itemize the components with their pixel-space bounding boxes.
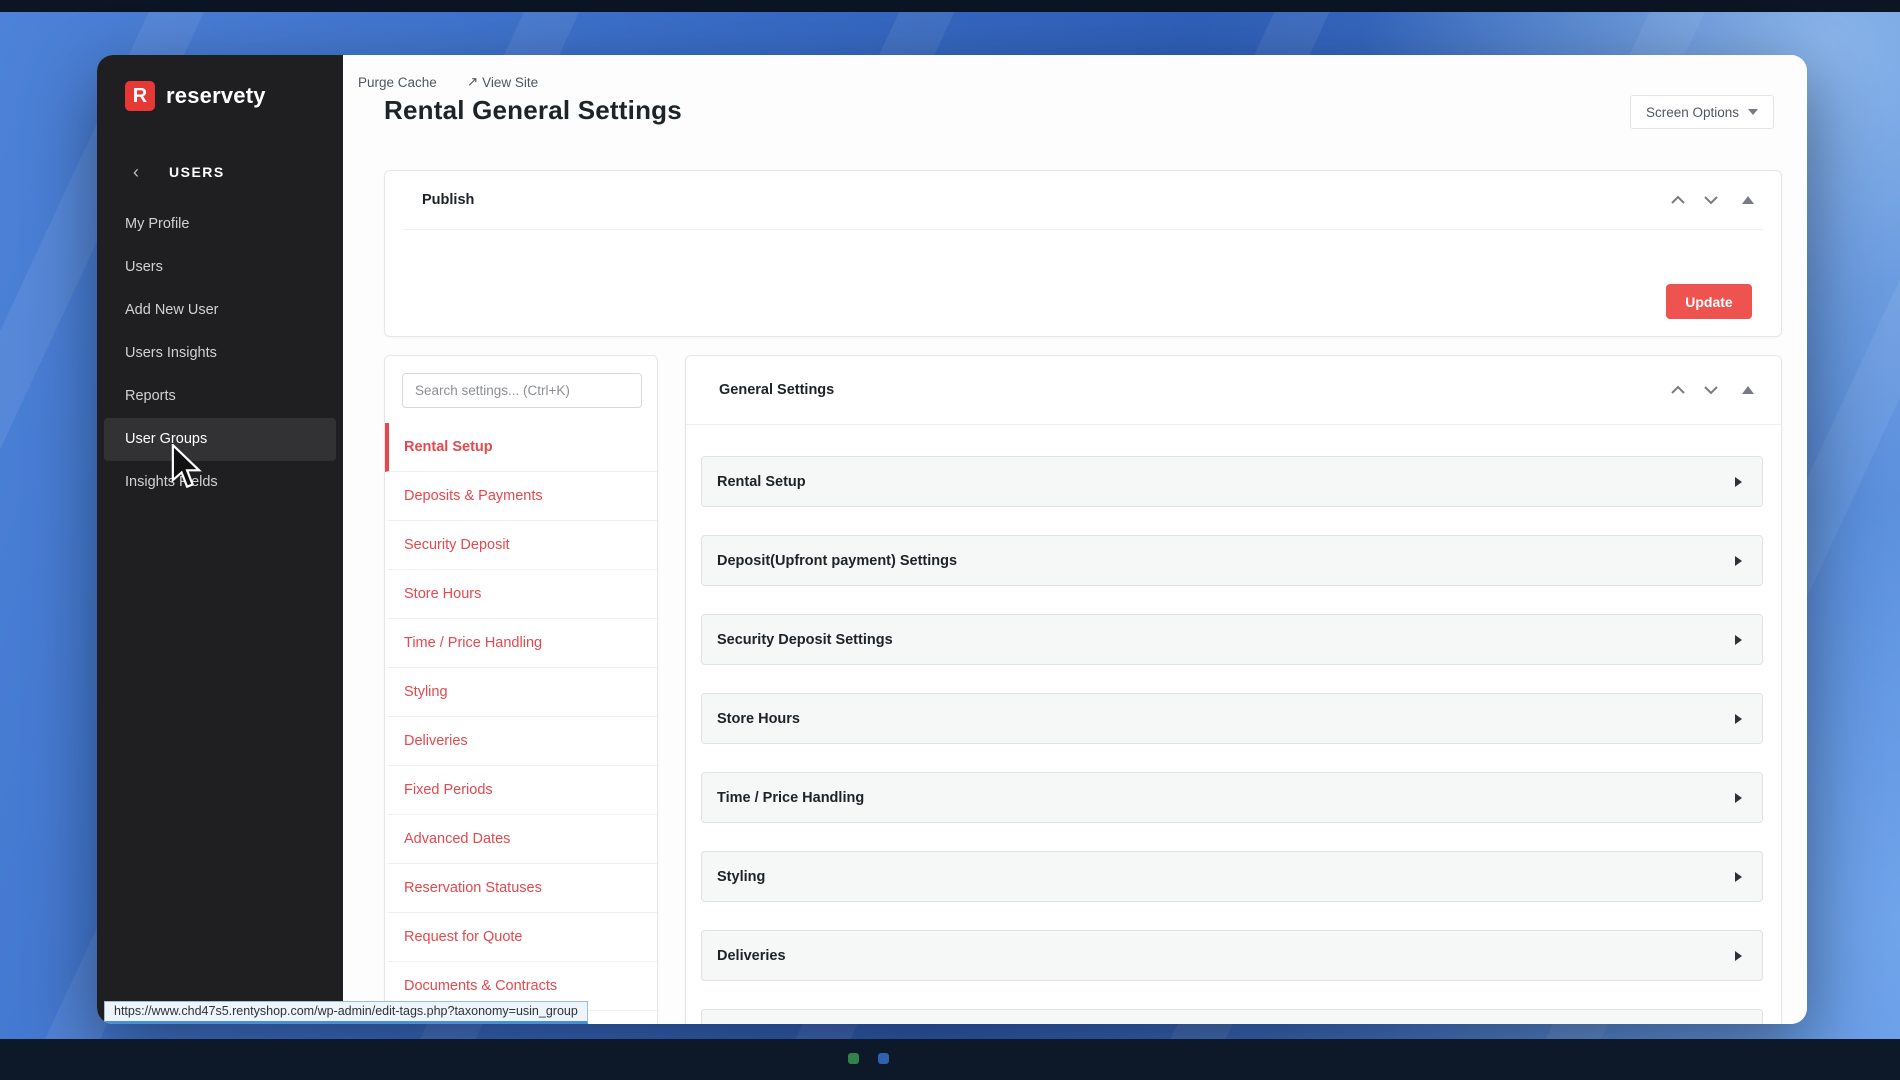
tab-styling[interactable]: Styling [385, 668, 657, 717]
sidebar-item-user-groups[interactable]: User Groups [104, 418, 336, 461]
toggle-panel-icon[interactable] [1742, 386, 1754, 394]
view-site-link[interactable]: ↗ View Site [467, 74, 538, 90]
top-screen-bar [0, 0, 1900, 12]
settings-search [402, 373, 642, 408]
tab-store-hours[interactable]: Store Hours [385, 570, 657, 619]
sidebar-collapse-icon[interactable]: ‹ [133, 163, 139, 181]
chevron-down-icon [1748, 109, 1758, 115]
sidebar-item-reports[interactable]: Reports [104, 375, 336, 418]
sidebar-item-my-profile[interactable]: My Profile [104, 203, 336, 246]
taskbar [0, 1039, 1900, 1080]
tab-rental-setup[interactable]: Rental Setup [385, 423, 657, 472]
tab-request-for-quote[interactable]: Request for Quote [385, 913, 657, 962]
chevron-right-icon [1735, 950, 1742, 961]
sidebar-item-users-insights[interactable]: Users Insights [104, 332, 336, 375]
external-link-icon: ↗ [466, 74, 479, 89]
sidebar-section-title: USERS [169, 164, 225, 180]
accordion-label: Time / Price Handling [717, 789, 865, 806]
settings-tabs: Rental Setup Deposits & Payments Securit… [385, 423, 657, 1011]
move-down-icon[interactable] [1703, 195, 1719, 205]
accordion-label: Store Hours [717, 710, 800, 727]
accordion-time-price-handling[interactable]: Time / Price Handling [701, 772, 1763, 823]
chevron-right-icon [1735, 792, 1742, 803]
tab-deposits-payments[interactable]: Deposits & Payments [385, 472, 657, 521]
admin-window: R reservety ‹ USERS My Profile Users Add… [97, 55, 1807, 1024]
publish-title: Publish [422, 192, 475, 208]
sidebar: R reservety ‹ USERS My Profile Users Add… [97, 55, 343, 1024]
general-settings-panel: General Settings Rental Setup Deposit(Up… [685, 355, 1782, 1024]
accordion-label: Rental Setup [717, 473, 806, 490]
accordion-rental-setup[interactable]: Rental Setup [701, 456, 1763, 507]
accordion-deposit-settings[interactable]: Deposit(Upfront payment) Settings [701, 535, 1763, 586]
accordion-label: Security Deposit Settings [717, 631, 893, 648]
move-up-icon[interactable] [1670, 385, 1686, 395]
page-title: Rental General Settings [384, 95, 682, 125]
logo[interactable]: R reservety [97, 55, 343, 111]
tab-fixed-periods[interactable]: Fixed Periods [385, 766, 657, 815]
tab-reservation-statuses[interactable]: Reservation Statuses [385, 864, 657, 913]
sidebar-item-insights-fields[interactable]: Insights Fields [104, 461, 336, 504]
taskbar-icon[interactable] [878, 1053, 889, 1064]
move-down-icon[interactable] [1703, 385, 1719, 395]
general-settings-title: General Settings [719, 382, 835, 398]
screen-options-label: Screen Options [1645, 104, 1739, 120]
screen-options-button[interactable]: Screen Options [1629, 95, 1774, 129]
view-site-label: View Site [482, 74, 539, 90]
desktop-wallpaper: R reservety ‹ USERS My Profile Users Add… [0, 0, 1900, 1080]
taskbar-icon[interactable] [848, 1053, 859, 1064]
reservety-logo-icon: R [125, 81, 155, 111]
chevron-right-icon [1735, 871, 1742, 882]
status-bar-url: https://www.chd47s5.rentyshop.com/wp-adm… [104, 1001, 588, 1024]
chevron-right-icon [1735, 713, 1742, 724]
general-settings-controls [1670, 385, 1754, 395]
tab-security-deposit[interactable]: Security Deposit [385, 521, 657, 570]
chevron-right-icon [1735, 555, 1742, 566]
accordion-store-hours[interactable]: Store Hours [701, 693, 1763, 744]
chevron-right-icon [1735, 634, 1742, 645]
update-button[interactable]: Update [1666, 284, 1752, 319]
accordion-styling[interactable]: Styling [701, 851, 1763, 902]
publish-panel-body: Update [385, 230, 1781, 337]
tab-deliveries[interactable]: Deliveries [385, 717, 657, 766]
general-settings-header: General Settings [686, 356, 1781, 425]
tab-time-price-handling[interactable]: Time / Price Handling [385, 619, 657, 668]
main-content: Purge Cache ↗ View Site Rental General S… [343, 55, 1807, 1024]
sidebar-menu: My Profile Users Add New User Users Insi… [97, 203, 343, 504]
logo-text: reservety [166, 83, 266, 108]
accordion-label: Styling [717, 868, 766, 885]
sidebar-item-add-new-user[interactable]: Add New User [104, 289, 336, 332]
publish-panel-header: Publish [385, 171, 1781, 229]
sidebar-section-header: ‹ USERS [97, 163, 343, 181]
accordion-label: Deliveries [717, 947, 786, 964]
accordion-security-deposit[interactable]: Security Deposit Settings [701, 614, 1763, 665]
accordion-list: Rental Setup Deposit(Upfront payment) Se… [686, 425, 1781, 1024]
publish-panel: Publish Update [384, 170, 1782, 337]
publish-panel-controls [1670, 195, 1754, 205]
purge-cache-link[interactable]: Purge Cache [358, 74, 437, 90]
tab-advanced-dates[interactable]: Advanced Dates [385, 815, 657, 864]
admin-quicklinks: Purge Cache ↗ View Site [358, 74, 538, 90]
settings-nav-panel: Rental Setup Deposits & Payments Securit… [384, 355, 658, 1024]
accordion-item-partial[interactable] [701, 1009, 1763, 1024]
accordion-deliveries[interactable]: Deliveries [701, 930, 1763, 981]
toggle-panel-icon[interactable] [1742, 196, 1754, 204]
sidebar-item-users[interactable]: Users [104, 246, 336, 289]
accordion-label: Deposit(Upfront payment) Settings [717, 552, 958, 569]
settings-search-input[interactable] [402, 373, 642, 408]
move-up-icon[interactable] [1670, 195, 1686, 205]
chevron-right-icon [1735, 476, 1742, 487]
